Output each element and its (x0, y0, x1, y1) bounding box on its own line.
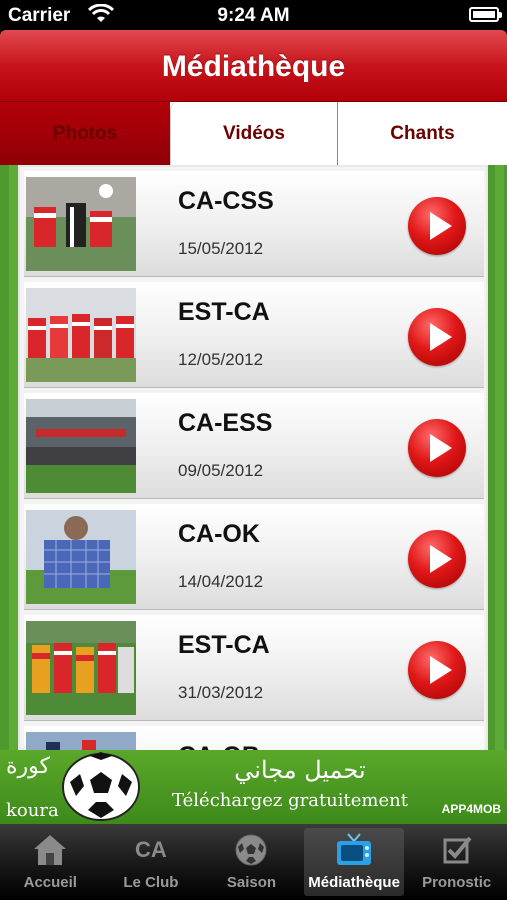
tab-label: Pronostic (422, 874, 492, 891)
ad-logo: koura (6, 800, 59, 821)
content-area: CA-CSS 15/05/2012 EST-CA 12/05/2012 CA-E… (0, 165, 507, 750)
tab-photos[interactable]: Photos (0, 102, 170, 165)
match-title: CA-OB (178, 742, 260, 750)
page-title: Médiathèque (161, 50, 346, 83)
play-button[interactable] (408, 530, 466, 588)
match-title: CA-OK (178, 520, 260, 548)
tab-chants[interactable]: Chants (338, 102, 507, 165)
media-tabs: Photos Vidéos Chants (0, 102, 507, 165)
tab-pronostic[interactable]: Pronostic (406, 824, 507, 900)
status-time: 9:24 AM (217, 5, 290, 26)
list-item[interactable]: CA-CSS 15/05/2012 (24, 171, 484, 277)
battery-icon (469, 7, 502, 22)
play-button[interactable] (408, 197, 466, 255)
match-title: CA-ESS (178, 409, 273, 437)
video-thumbnail (26, 177, 136, 271)
video-list[interactable]: CA-CSS 15/05/2012 EST-CA 12/05/2012 CA-E… (18, 165, 488, 750)
club-glyph: CA (135, 837, 167, 862)
ad-french-text: Téléchargez gratuitement (172, 790, 408, 811)
soccer-ball-icon (231, 832, 271, 868)
tab-label: Médiathèque (308, 874, 400, 891)
list-item[interactable]: CA-OK 14/04/2012 (24, 504, 484, 610)
match-date: 15/05/2012 (178, 239, 264, 258)
video-thumbnail (26, 510, 136, 604)
ad-arabic-text: تحميل مجاني (234, 756, 366, 784)
play-button[interactable] (408, 419, 466, 477)
tab-accueil[interactable]: Accueil (0, 824, 101, 900)
match-title: EST-CA (178, 298, 270, 326)
navigation-bar: Médiathèque (0, 30, 507, 102)
ad-banner[interactable]: كورة koura تحميل مجاني Téléchargez gratu… (0, 750, 507, 824)
list-item[interactable]: EST-CA 12/05/2012 (24, 282, 484, 388)
tv-icon (334, 832, 374, 868)
checkbox-icon (437, 832, 477, 868)
match-date: 12/05/2012 (178, 350, 264, 369)
club-icon: CA (131, 832, 171, 868)
list-item[interactable]: CA-ESS 09/05/2012 (24, 393, 484, 499)
list-item[interactable]: CA-OB (24, 726, 484, 750)
tab-videos[interactable]: Vidéos (170, 102, 338, 165)
play-button[interactable] (408, 641, 466, 699)
tab-mediatheque[interactable]: Médiathèque (303, 828, 405, 896)
tab-label: Accueil (23, 874, 77, 891)
ad-brand: APP4MOB (441, 802, 501, 816)
tab-label: Saison (226, 874, 277, 891)
match-title: EST-CA (178, 631, 270, 659)
match-title: CA-CSS (178, 187, 274, 215)
match-date: 14/04/2012 (178, 572, 264, 591)
home-icon (30, 832, 70, 868)
soccer-ball-icon (62, 752, 140, 821)
tab-bar: Accueil CA Le Club Saison Médiathèque Pr… (0, 824, 507, 900)
video-thumbnail (26, 399, 136, 493)
video-thumbnail (26, 732, 136, 750)
match-date: 09/05/2012 (178, 461, 264, 480)
tab-label: Le Club (123, 874, 179, 891)
list-item[interactable]: EST-CA 31/03/2012 (24, 615, 484, 721)
tab-le-club[interactable]: CA Le Club (101, 824, 202, 900)
video-thumbnail (26, 621, 136, 715)
tab-saison[interactable]: Saison (201, 824, 302, 900)
match-date: 31/03/2012 (178, 683, 264, 702)
video-thumbnail (26, 288, 136, 382)
status-bar: Carrier 9:24 AM (0, 0, 507, 30)
play-button[interactable] (408, 308, 466, 366)
ad-logo-arabic: كورة (6, 754, 50, 779)
